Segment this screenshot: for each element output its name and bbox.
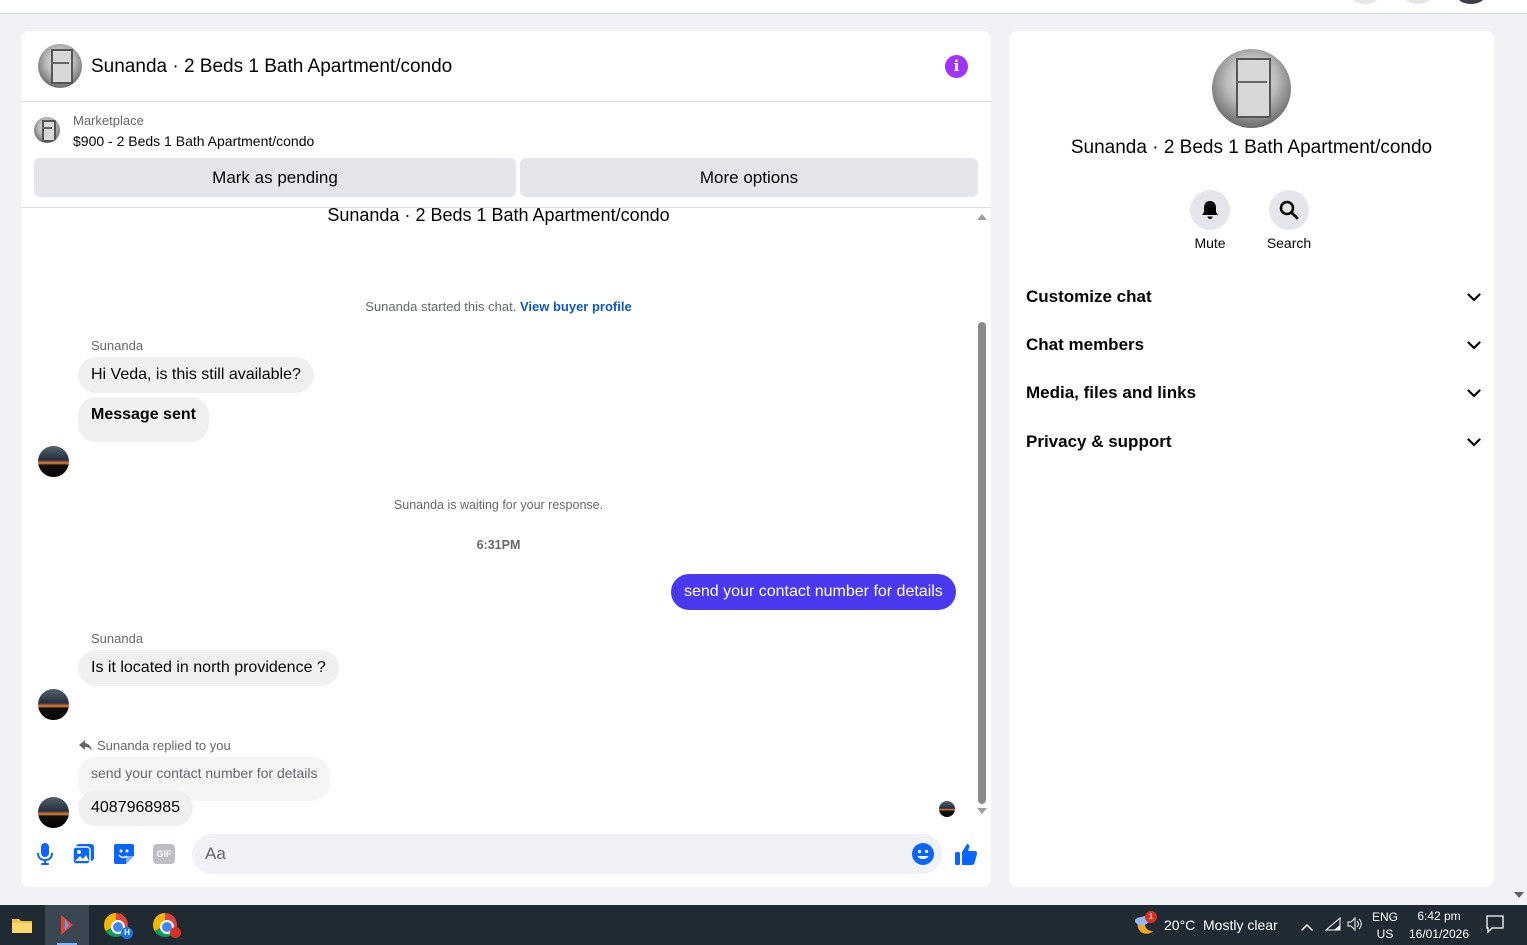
gif-label: GIF: [153, 844, 175, 864]
input-region[interactable]: US: [1370, 927, 1400, 941]
more-options-button[interactable]: More options: [520, 158, 978, 197]
bell-icon: [1202, 201, 1218, 219]
message-thread[interactable]: Sunanda · 2 Beds 1 Bath Apartment/condo …: [21, 208, 991, 828]
photo-icon[interactable]: [72, 842, 96, 866]
page-scroll-down-arrow[interactable]: [1514, 892, 1524, 898]
scroll-thumb[interactable]: [978, 322, 986, 804]
input-language[interactable]: ENG: [1370, 910, 1400, 924]
info-icon[interactable]: i: [945, 55, 968, 78]
sender-avatar[interactable]: [38, 797, 69, 828]
scroll-down-arrow[interactable]: [977, 808, 987, 814]
section-label: Media, files and links: [1026, 383, 1197, 402]
message-timestamp: 6:31PM: [476, 538, 521, 552]
listing-price-title[interactable]: $900 - 2 Beds 1 Bath Apartment/condo: [73, 133, 314, 149]
sender-avatar[interactable]: [38, 689, 69, 720]
outgoing-message[interactable]: send your contact number for details: [671, 574, 956, 610]
mute-label: Mute: [1194, 235, 1226, 251]
microphone-icon[interactable]: [33, 842, 57, 866]
weather-temp[interactable]: 20°C: [1164, 917, 1195, 933]
thread-title: Sunanda · 2 Beds 1 Bath Apartment/condo: [327, 208, 670, 225]
view-buyer-profile-link[interactable]: View buyer profile: [520, 299, 632, 314]
notification-icon[interactable]: [1486, 915, 1504, 938]
incoming-message[interactable]: Is it located in north providence ?: [78, 650, 339, 686]
weather-badge: 1: [1145, 911, 1157, 923]
clock-time[interactable]: 6:42 pm: [1404, 909, 1474, 923]
volume-icon[interactable]: [1347, 916, 1363, 936]
incoming-message[interactable]: Message sent: [78, 397, 209, 442]
weather-icon[interactable]: 1: [1133, 911, 1157, 937]
emoji-icon[interactable]: [911, 842, 935, 866]
gif-icon[interactable]: GIF: [152, 842, 176, 866]
privacy-support-section[interactable]: Privacy & support: [1026, 427, 1481, 457]
profile-avatar[interactable]: [1456, 0, 1486, 4]
read-receipt-avatar: [939, 801, 955, 817]
chat-members-section[interactable]: Chat members: [1026, 330, 1481, 360]
chat-header: Sunanda · 2 Beds 1 Bath Apartment/condo …: [21, 31, 991, 102]
weather-description[interactable]: Mostly clear: [1203, 917, 1278, 933]
network-icon[interactable]: [1324, 916, 1341, 936]
chat-panel: Sunanda · 2 Beds 1 Bath Apartment/condo …: [21, 31, 991, 887]
chrome-profile-badge: H: [121, 927, 133, 939]
chat-info-panel: Sunanda · 2 Beds 1 Bath Apartment/condo …: [1009, 31, 1494, 887]
sender-avatar[interactable]: [38, 446, 69, 477]
listing-thumbnail: [34, 117, 60, 143]
side-panel-title: Sunanda · 2 Beds 1 Bath Apartment/condo: [1070, 137, 1433, 158]
incoming-message[interactable]: 4087968985: [78, 790, 193, 826]
mark-as-pending-button[interactable]: Mark as pending: [34, 158, 516, 197]
app-icon-active[interactable]: [45, 905, 89, 945]
toolbar-button[interactable]: [1350, 0, 1380, 4]
marketplace-label: Marketplace: [73, 113, 144, 128]
sender-name: Sunanda: [91, 631, 144, 646]
search-label: Search: [1266, 235, 1312, 251]
reply-note: Sunanda replied to you: [79, 738, 231, 753]
thread-scrollbar[interactable]: [976, 208, 988, 828]
sticker-icon[interactable]: [112, 842, 136, 866]
chat-title[interactable]: Sunanda · 2 Beds 1 Bath Apartment/condo: [91, 56, 452, 78]
section-label: Chat members: [1026, 335, 1145, 354]
composer-bar: GIF: [21, 831, 991, 881]
browser-top-strip: [0, 0, 1527, 14]
message-input[interactable]: [192, 834, 942, 874]
search-button[interactable]: [1269, 190, 1309, 230]
incoming-message[interactable]: Hi Veda, is this still available?: [78, 357, 314, 393]
chrome-icon[interactable]: [143, 905, 187, 945]
chrome-profile-h-icon[interactable]: H: [94, 905, 138, 945]
chat-started-text: Sunanda started this chat.: [365, 299, 517, 314]
chrome-profile-dot: [170, 927, 181, 938]
mute-button[interactable]: [1190, 190, 1230, 230]
chevron-down-icon: [1467, 340, 1481, 350]
clock-date[interactable]: 16/01/2026: [1404, 927, 1474, 941]
scroll-up-arrow[interactable]: [977, 214, 987, 220]
chevron-down-icon: [1467, 388, 1481, 398]
toolbar-button[interactable]: [1403, 0, 1433, 4]
thumbs-up-icon[interactable]: [954, 842, 978, 866]
taskbar: H 1 20°C Mostly clear ENG US 6:42 pm 16/…: [0, 905, 1527, 945]
listing-profile-photo[interactable]: [1212, 49, 1291, 128]
media-files-links-section[interactable]: Media, files and links: [1026, 378, 1481, 408]
section-label: Customize chat: [1026, 287, 1152, 306]
reply-arrow-icon: [79, 739, 92, 751]
waiting-notice: Sunanda is waiting for your response.: [393, 498, 604, 512]
chevron-down-icon: [1467, 292, 1481, 302]
chevron-down-icon: [1467, 437, 1481, 447]
search-icon: [1279, 200, 1299, 220]
reply-note-text: Sunanda replied to you: [97, 738, 231, 753]
section-label: Privacy & support: [1026, 432, 1172, 451]
customize-chat-section[interactable]: Customize chat: [1026, 282, 1481, 312]
sender-name: Sunanda: [91, 338, 144, 353]
file-explorer-icon[interactable]: [0, 905, 44, 945]
chevron-up-icon[interactable]: [1300, 919, 1314, 937]
chat-started-notice: Sunanda started this chat. View buyer pr…: [21, 299, 976, 314]
listing-avatar[interactable]: [38, 44, 82, 88]
